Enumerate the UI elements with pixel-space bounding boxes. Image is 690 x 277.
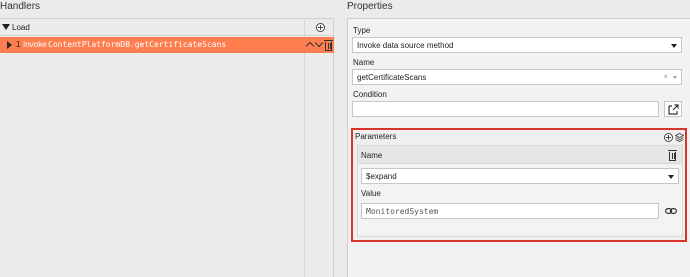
type-label: Type [353, 26, 371, 35]
add-parameter-icon[interactable] [664, 133, 673, 142]
handlers-title: Handlers [0, 1, 41, 12]
caret-down-icon[interactable] [2, 24, 10, 30]
layers-icon[interactable] [675, 133, 684, 142]
add-handler-icon[interactable] [316, 23, 325, 32]
type-select[interactable]: Invoke data source method [352, 37, 682, 53]
type-value: Invoke data source method [357, 41, 454, 50]
properties-title: Properties [347, 1, 393, 12]
handlers-table: Load 1 Invoke ContentPlatformDB.getCerti… [0, 20, 334, 277]
link-icon[interactable] [665, 207, 677, 215]
condition-label: Condition [353, 90, 387, 99]
properties-panel: Type Invoke data source method Name getC… [347, 18, 690, 277]
handler-row-selected[interactable]: 1 Invoke ContentPlatformDB.getCertificat… [0, 37, 334, 53]
handler-index: 1 [16, 40, 21, 49]
column-divider [304, 20, 305, 277]
load-group-row[interactable]: Load [0, 20, 334, 277]
parameters-section: Parameters Name $expand Value MonitoredS… [351, 128, 687, 242]
param-name-label: Name [361, 151, 383, 160]
trash-icon[interactable] [668, 150, 677, 161]
dropdown-arrow-icon [671, 44, 677, 48]
load-group-label: Load [12, 23, 30, 32]
handler-method: ContentPlatformDB.getCertificateScans [48, 40, 227, 49]
param-name-value: $expand [366, 172, 397, 181]
external-link-icon [668, 104, 679, 115]
handler-keyword: Invoke [23, 40, 47, 49]
dropdown-arrow-icon [673, 76, 677, 79]
row-actions [304, 37, 334, 53]
parameter-item: Name $expand Value MonitoredSystem [357, 145, 683, 237]
name-value: getCertificateScans [357, 73, 427, 82]
header-divider [0, 18, 334, 19]
name-label: Name [353, 58, 375, 67]
parameters-label: Parameters [355, 132, 397, 141]
condition-input[interactable] [352, 101, 659, 117]
play-triangle-icon[interactable] [7, 41, 12, 49]
parameter-header: Name [358, 146, 682, 164]
clear-icon[interactable]: × [663, 72, 668, 81]
param-value-label: Value [361, 189, 381, 198]
param-name-select[interactable]: $expand [361, 168, 679, 184]
chevron-up-icon[interactable] [305, 41, 315, 51]
trash-icon[interactable] [324, 40, 333, 51]
param-value-text: MonitoredSystem [366, 207, 439, 216]
param-value-input[interactable]: MonitoredSystem [361, 203, 659, 219]
name-select[interactable]: getCertificateScans × [352, 69, 682, 85]
open-condition-button[interactable] [664, 101, 682, 117]
chevron-down-icon[interactable] [314, 38, 324, 48]
dropdown-arrow-icon [668, 175, 674, 179]
